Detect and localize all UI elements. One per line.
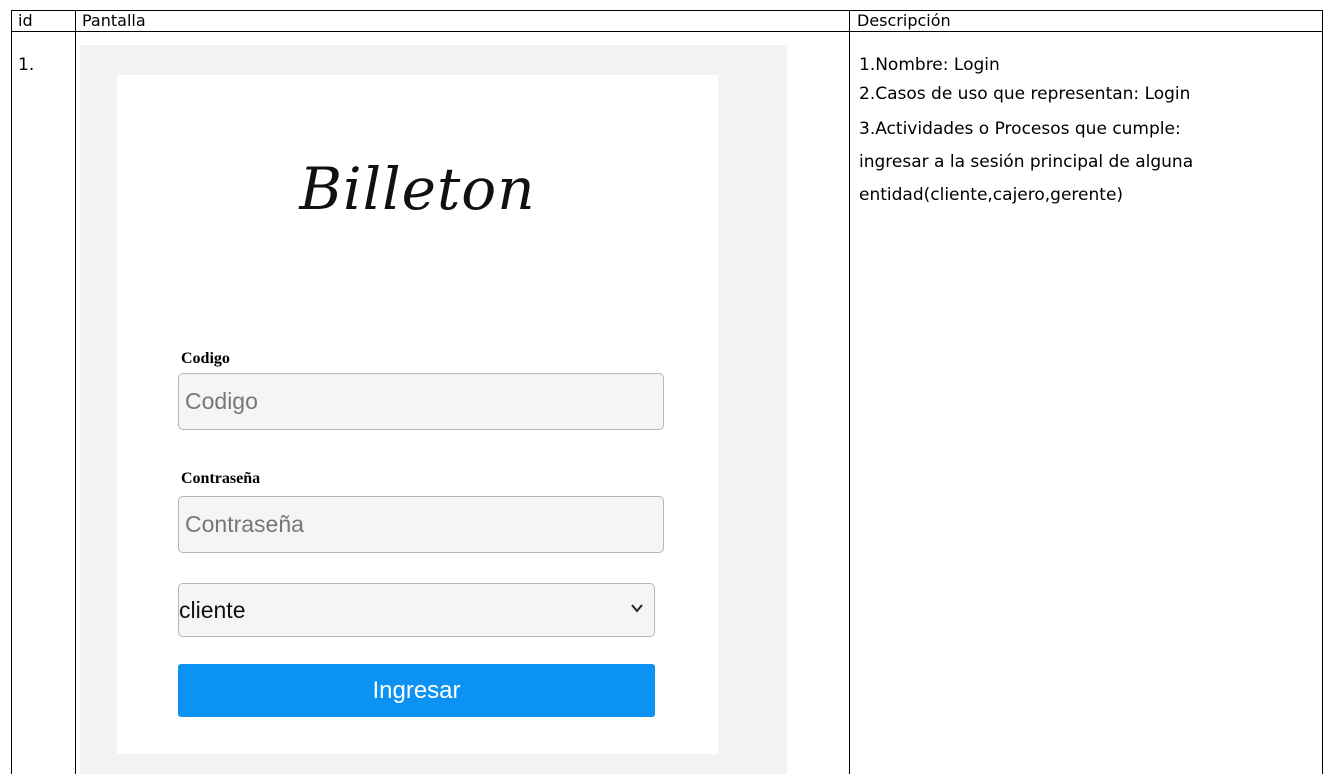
row-id: 1. — [18, 55, 35, 75]
header-screen: Pantalla — [82, 11, 146, 30]
login-screenshot: Billeton Codigo Contraseña cliente Ingre… — [80, 45, 787, 774]
description-line: 1.Nombre: Login — [859, 55, 1000, 75]
header-description: Descripción — [857, 11, 951, 30]
table-column-divider-1 — [75, 10, 76, 774]
table-top-border — [11, 10, 1323, 11]
description-line: 3.Actividades o Procesos que cumple: — [859, 119, 1181, 139]
role-select-value: cliente — [179, 597, 246, 623]
table-left-border — [11, 10, 12, 774]
table-right-border — [1322, 10, 1323, 774]
password-input[interactable] — [178, 496, 664, 553]
description-line: entidad(cliente,cajero,gerente) — [859, 185, 1124, 205]
code-label: Codigo — [181, 350, 230, 367]
table-header-divider — [11, 31, 1323, 32]
password-label: Contraseña — [181, 470, 261, 487]
login-card: Billeton Codigo Contraseña cliente Ingre… — [117, 75, 718, 754]
table-column-divider-2 — [849, 10, 850, 774]
description-line: 2.Casos de uso que representan: Login — [859, 84, 1191, 104]
role-select[interactable]: cliente — [178, 583, 655, 637]
submit-button[interactable]: Ingresar — [178, 664, 655, 717]
description-line: ingresar a la sesión principal de alguna — [859, 152, 1194, 172]
brand-logo: Billeton — [299, 155, 536, 223]
chevron-down-icon — [631, 604, 643, 613]
header-id: id — [18, 11, 33, 30]
code-input[interactable] — [178, 373, 664, 430]
